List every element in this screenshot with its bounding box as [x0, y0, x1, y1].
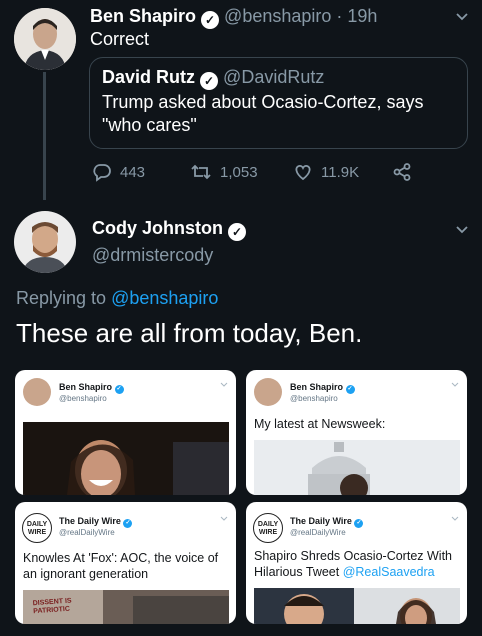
card-author-handle: @realDailyWire	[59, 528, 115, 537]
chevron-down-icon[interactable]	[455, 9, 469, 23]
card-author-name: Ben Shapiro ✓	[290, 382, 355, 394]
quoted-tweet[interactable]: David Rutz ✓ @DavidRutz Trump asked abou…	[89, 57, 468, 149]
daily-wire-logo: DAILY WIRE	[22, 513, 52, 543]
card-author-name: The Daily Wire ✓	[59, 516, 133, 528]
avatar-image	[14, 8, 76, 70]
chevron-down-icon	[220, 516, 228, 521]
card-author-name: The Daily Wire ✓	[290, 516, 364, 528]
card-author-handle: @benshapiro	[59, 394, 107, 403]
avatar[interactable]	[14, 8, 76, 70]
card-author-handle: @benshapiro	[290, 394, 338, 403]
avatar[interactable]	[14, 211, 76, 273]
daily-wire-logo: DAILY WIRE	[253, 513, 283, 543]
replying-handle-link[interactable]: @benshapiro	[111, 288, 218, 308]
quote-author-handle: @DavidRutz	[223, 67, 325, 87]
embedded-image-1[interactable]: Ben Shapiro ✓ @benshapiro	[15, 370, 236, 495]
tweet-header: Ben Shapiro ✓ @benshapiro · 19h	[90, 6, 377, 29]
like-icon	[295, 165, 311, 181]
card-text: My latest at Newsweek:	[254, 417, 386, 431]
author-name[interactable]: Cody Johnston	[92, 218, 223, 238]
verified-icon: ✓	[228, 223, 247, 241]
card-photo	[23, 422, 229, 495]
author-handle[interactable]: @benshapiro	[224, 6, 331, 26]
author-handle[interactable]: @drmistercody	[92, 245, 213, 266]
share-button[interactable]	[392, 162, 412, 182]
card-author-name: Ben Shapiro ✓	[59, 382, 124, 394]
quote-header: David Rutz ✓ @DavidRutz	[102, 67, 324, 90]
embedded-image-2[interactable]: Ben Shapiro ✓ @benshapiro My latest at N…	[246, 370, 467, 495]
card-avatar	[23, 378, 51, 406]
verified-icon: ✓	[114, 385, 124, 394]
author-name[interactable]: Ben Shapiro	[90, 6, 196, 26]
card-text: Shapiro Shreds Ocasio-Cortez With Hilari…	[254, 548, 462, 580]
like-button[interactable]: 11.9K	[293, 162, 359, 182]
quote-text: Trump asked about Ocasio-Cortez, says "w…	[102, 92, 424, 135]
verified-icon: ✓	[201, 11, 220, 29]
reply-count: 443	[120, 163, 146, 181]
retweet-button[interactable]: 1,053	[190, 162, 258, 182]
card-mention-link[interactable]: @RealSaavedra	[343, 565, 435, 579]
verified-icon: ✓	[345, 385, 355, 394]
card-text: Knowles At 'Fox': AOC, the voice of an i…	[23, 551, 219, 581]
tweet-text: Correct	[90, 29, 150, 49]
tweet-header: Cody Johnston ✓	[92, 218, 247, 241]
chevron-down-icon[interactable]	[455, 222, 469, 236]
embedded-image-4[interactable]: DAILY WIRE The Daily Wire ✓ @realDailyWi…	[246, 502, 467, 624]
card-photo	[254, 588, 460, 624]
embedded-image-3[interactable]: DAILY WIRE The Daily Wire ✓ @realDailyWi…	[15, 502, 236, 624]
like-count: 11.9K	[321, 163, 360, 181]
card-author-handle: @realDailyWire	[290, 528, 346, 537]
chevron-down-icon	[451, 382, 459, 387]
tweet-time[interactable]: · 19h	[336, 6, 377, 26]
share-icon	[393, 163, 411, 181]
replying-prefix: Replying to	[16, 288, 112, 308]
chevron-down-icon	[220, 382, 228, 387]
card-avatar	[254, 378, 282, 406]
avatar-image	[14, 211, 76, 273]
verified-icon: ✓	[200, 72, 219, 90]
thread-line	[43, 72, 46, 200]
replying-to: Replying to @benshapiro	[16, 288, 218, 309]
chevron-down-icon	[451, 516, 459, 521]
verified-icon: ✓	[123, 519, 133, 528]
verified-icon: ✓	[354, 519, 364, 528]
reply-button[interactable]: 443	[92, 162, 145, 182]
tweet-text: These are all from today, Ben.	[16, 318, 363, 348]
reply-icon	[93, 164, 111, 182]
retweet-icon	[191, 164, 211, 180]
card-photo	[254, 440, 460, 495]
quote-author-name: David Rutz	[102, 67, 196, 87]
retweet-count: 1,053	[220, 163, 258, 181]
